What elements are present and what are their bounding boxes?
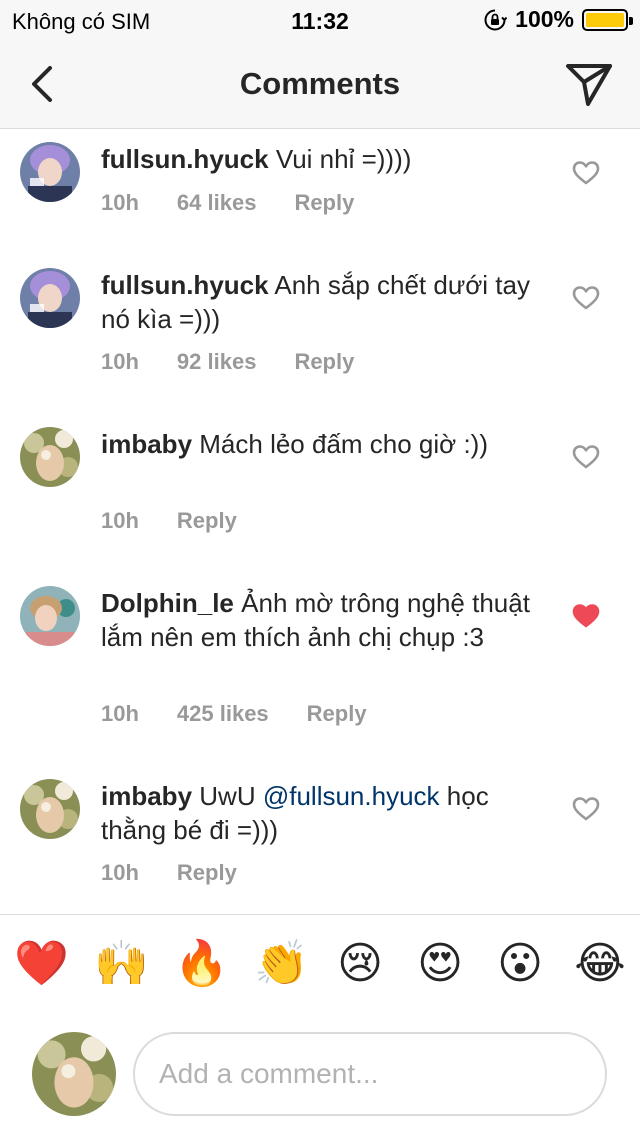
emoji-surprised-face[interactable]: 😮 [494,938,546,990]
comment-meta: 10h 92 likes Reply [101,349,392,375]
comment-text: imbaby UwU @fullsun.hyuck học thằng bé đ… [101,779,541,847]
emoji-tears-of-joy[interactable]: 😂 [574,938,626,990]
divider [0,914,640,915]
reply-button[interactable]: Reply [307,701,367,727]
reply-button[interactable]: Reply [294,349,354,375]
emoji-heart[interactable]: ❤️ [14,938,69,990]
comment-username[interactable]: Dolphin_le [101,588,234,618]
navigation-bar: Comments [0,40,640,129]
page-title: Comments [239,66,401,101]
comment-username[interactable]: fullsun.hyuck [101,270,269,300]
comment-meta: 10h Reply [101,860,275,886]
comment-meta: 10h 425 likes Reply [101,701,405,727]
comment-time: 10h [101,860,139,885]
avatar[interactable] [20,586,80,646]
comment-username[interactable]: imbaby [101,429,192,459]
emoji-quick-bar: ❤️ 🙌 🔥 👏 😢 😍 😮 😂 [0,938,640,998]
comment-username[interactable]: imbaby [101,781,192,811]
comment-text: fullsun.hyuck Anh sắp chết dưới tay nó k… [101,268,541,336]
comment-input[interactable] [133,1032,607,1116]
heart-outline-icon[interactable] [572,160,600,186]
paper-plane-icon[interactable] [564,60,614,110]
rotation-lock-icon [484,9,508,30]
comment-meta: 10h Reply [101,508,275,534]
reply-button[interactable]: Reply [177,860,237,886]
comment-body: Mách lẻo đấm cho giờ :)) [199,429,488,459]
comment-body: UwU [199,781,256,811]
comment-text: imbaby Mách lẻo đấm cho giờ :)) [101,427,541,461]
avatar[interactable] [20,268,80,328]
comment-time: 10h [101,701,139,726]
avatar[interactable] [20,142,80,202]
heart-filled-icon[interactable] [572,603,600,629]
battery-icon [582,8,633,31]
comment-likes[interactable]: 425 likes [177,701,269,727]
comment-time: 10h [101,508,139,533]
heart-outline-icon[interactable] [572,444,600,470]
comment-time: 10h [101,349,139,374]
heart-outline-icon[interactable] [572,796,600,822]
comment-likes[interactable]: 92 likes [177,349,257,375]
comment-body: Vui nhỉ =)))) [275,144,412,174]
avatar[interactable] [20,779,80,839]
comment-meta: 10h 64 likes Reply [101,190,392,216]
status-right: 100% [483,6,633,33]
emoji-clapping-hands[interactable]: 👏 [254,938,309,990]
comment-text: Dolphin_le Ảnh mờ trông nghệ thuật lắm n… [101,586,541,654]
emoji-raised-hands[interactable]: 🙌 [94,938,149,990]
reply-button[interactable]: Reply [177,508,237,534]
reply-button[interactable]: Reply [294,190,354,216]
comment-time: 10h [101,190,139,215]
comment-username[interactable]: fullsun.hyuck [101,144,269,174]
mention-link[interactable]: @fullsun.hyuck [263,781,440,811]
comment-text: fullsun.hyuck Vui nhỉ =)))) [101,142,541,176]
comment-likes[interactable]: 64 likes [177,190,257,216]
current-user-avatar [32,1032,116,1116]
avatar[interactable] [20,427,80,487]
emoji-heart-eyes[interactable]: 😍 [414,938,466,990]
battery-percent: 100% [515,6,574,32]
status-bar: Không có SIM 11:32 100% [0,0,640,40]
emoji-crying-face[interactable]: 😢 [334,938,386,990]
heart-outline-icon[interactable] [572,285,600,311]
emoji-fire[interactable]: 🔥 [174,938,229,990]
